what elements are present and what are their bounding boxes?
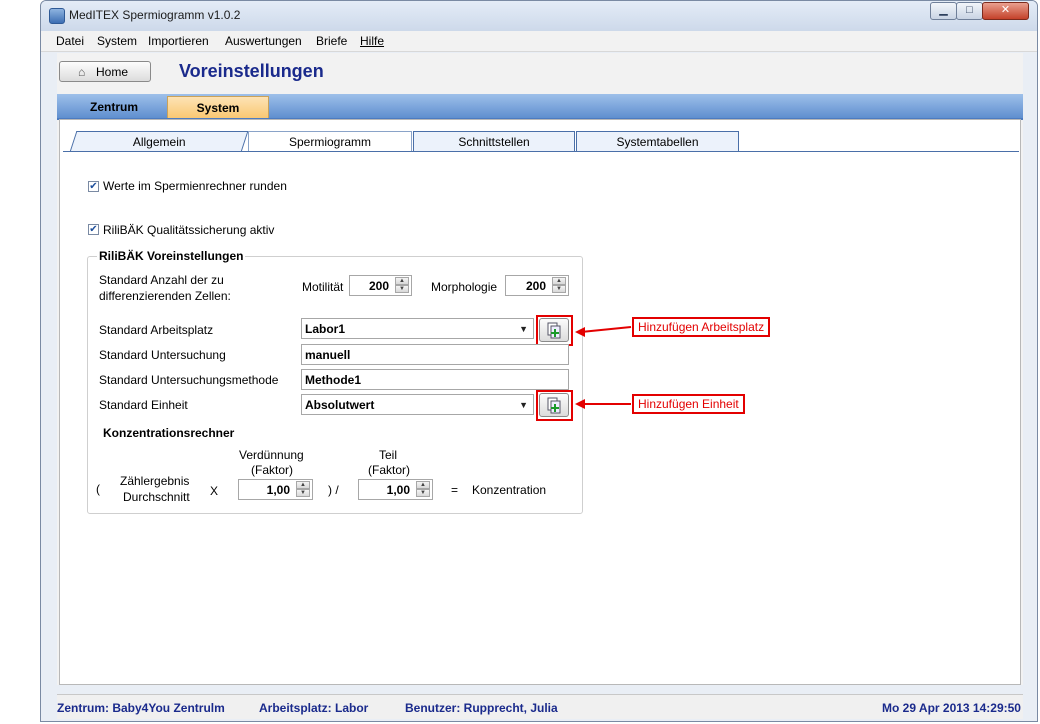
unit-value: Absolutwert xyxy=(305,398,375,412)
add-document-icon xyxy=(547,322,561,339)
motility-label: Motilität xyxy=(302,280,344,294)
home-icon: ⌂ xyxy=(78,65,86,79)
spin-up-icon[interactable]: ▲ xyxy=(552,277,566,285)
maximize-button[interactable]: □ xyxy=(956,2,983,20)
motility-value: 200 xyxy=(368,279,389,293)
rilibaek-group-title: RiliBÄK Voreinstellungen xyxy=(97,249,246,263)
arrow-workplace xyxy=(580,326,632,333)
minimize-button[interactable]: ▁ xyxy=(930,2,957,20)
method-value: Methode1 xyxy=(305,373,362,387)
spin-down-icon[interactable]: ▼ xyxy=(395,285,409,293)
round-values-checkbox[interactable]: ✔ xyxy=(88,181,99,192)
dilution-stepper[interactable]: 1,00 ▲ ▼ xyxy=(238,479,313,500)
cells-label-line2: differenzierenden Zellen: xyxy=(99,289,231,303)
round-values-label: Werte im Spermienrechner runden xyxy=(103,179,287,193)
menu-briefe[interactable]: Briefe xyxy=(316,34,347,48)
open-paren: ( xyxy=(96,482,100,496)
spin-up-icon[interactable]: ▲ xyxy=(416,481,430,489)
arrow-head-icon xyxy=(575,327,585,337)
part-label-line1: Teil xyxy=(379,448,398,462)
subtab-systemtabellen[interactable]: Systemtabellen xyxy=(576,131,739,152)
part-spin[interactable]: ▲ ▼ xyxy=(416,481,430,498)
dilution-label-line2: (Faktor) xyxy=(251,463,293,477)
method-field[interactable]: Methode1 xyxy=(301,369,569,390)
dropdown-arrow-icon: ▼ xyxy=(519,324,528,334)
concentration-label: Konzentration xyxy=(472,483,547,497)
dilution-value: 1,00 xyxy=(266,483,290,497)
exam-value: manuell xyxy=(305,348,351,362)
menu-bar: Datei System Importieren Auswertungen Br… xyxy=(41,31,1037,52)
home-label: Home xyxy=(96,65,129,79)
tab-system[interactable]: System xyxy=(167,96,269,118)
morphology-value: 200 xyxy=(525,279,546,293)
morphology-spin[interactable]: ▲ ▼ xyxy=(552,277,566,294)
subtab-spermiogramm[interactable]: Spermiogramm xyxy=(248,131,412,152)
count-label-line2: Durchschnitt xyxy=(123,490,190,504)
title-bar: MedITEX Spermiogramm v1.0.2 ▁ □ ✕ xyxy=(41,1,1037,31)
callout-add-workplace: Hinzufügen Arbeitsplatz xyxy=(632,317,771,337)
motility-spin[interactable]: ▲ ▼ xyxy=(395,277,409,294)
close-button[interactable]: ✕ xyxy=(982,2,1029,20)
status-center: Zentrum: Baby4You Zentrulm xyxy=(57,701,225,715)
workplace-label: Standard Arbeitsplatz xyxy=(99,323,214,337)
status-workplace: Arbeitsplatz: Labor xyxy=(259,701,369,715)
times-sign: X xyxy=(210,484,219,498)
close-paren-divide: ) / xyxy=(328,483,339,497)
app-window: MedITEX Spermiogramm v1.0.2 ▁ □ ✕ Datei … xyxy=(40,0,1038,722)
page-title: Voreinstellungen xyxy=(179,61,324,81)
status-user: Benutzer: Rupprecht, Julia xyxy=(405,701,558,715)
window-title: MedITEX Spermiogramm v1.0.2 xyxy=(69,8,241,22)
arrow-head-icon xyxy=(575,399,585,409)
subtab-allgemein-label: Allgemein xyxy=(132,135,186,149)
motility-stepper[interactable]: 200 ▲ ▼ xyxy=(349,275,412,296)
checkmark-icon: ✔ xyxy=(89,181,98,192)
cells-label-line1: Standard Anzahl der zu xyxy=(99,273,224,287)
count-label-line1: Zählergebnis xyxy=(120,474,190,488)
annotation-arrows xyxy=(575,326,632,409)
calculator-title: Konzentrationsrechner xyxy=(103,426,235,440)
morphology-label: Morphologie xyxy=(431,280,498,294)
app-icon xyxy=(49,8,65,24)
spin-up-icon[interactable]: ▲ xyxy=(296,481,310,489)
morphology-stepper[interactable]: 200 ▲ ▼ xyxy=(505,275,569,296)
method-label: Standard Untersuchungsmethode xyxy=(99,373,279,387)
status-datetime: Mo 29 Apr 2013 14:29:50 xyxy=(882,701,1021,715)
equals-sign: = xyxy=(451,483,459,497)
home-button[interactable]: ⌂ Home xyxy=(59,61,151,82)
callout-add-unit: Hinzufügen Einheit xyxy=(632,394,745,414)
subtab-schnittstellen[interactable]: Schnittstellen xyxy=(413,131,575,152)
spin-up-icon[interactable]: ▲ xyxy=(395,277,409,285)
status-bar: Zentrum: Baby4You Zentrulm Arbeitsplatz:… xyxy=(57,694,1023,719)
unit-select[interactable]: Absolutwert ▼ xyxy=(301,394,534,415)
tab-zentrum[interactable]: Zentrum xyxy=(61,96,167,118)
unit-label: Standard Einheit xyxy=(99,398,188,412)
menu-system[interactable]: System xyxy=(97,34,137,48)
part-value: 1,00 xyxy=(386,483,410,497)
rilibaek-active-label: RiliBÄK Qualitätssicherung aktiv xyxy=(103,223,275,237)
menu-importieren[interactable]: Importieren xyxy=(148,34,209,48)
exam-field[interactable]: manuell xyxy=(301,344,569,365)
dropdown-arrow-icon: ▼ xyxy=(519,400,528,410)
workplace-value: Labor1 xyxy=(305,322,346,336)
dilution-spin[interactable]: ▲ ▼ xyxy=(296,481,310,498)
exam-label: Standard Untersuchung xyxy=(99,348,226,362)
menu-auswertungen[interactable]: Auswertungen xyxy=(225,34,302,48)
add-document-icon xyxy=(547,397,561,414)
subtab-allgemein[interactable]: Allgemein xyxy=(69,131,249,152)
menu-hilfe[interactable]: Hilfe xyxy=(360,34,384,48)
part-stepper[interactable]: 1,00 ▲ ▼ xyxy=(358,479,433,500)
rilibaek-active-checkbox[interactable]: ✔ xyxy=(88,224,99,235)
checkmark-icon: ✔ xyxy=(89,224,98,235)
dilution-label-line1: Verdünnung xyxy=(239,448,304,462)
subtab-divider xyxy=(63,151,1019,152)
spin-down-icon[interactable]: ▼ xyxy=(552,285,566,293)
workplace-select[interactable]: Labor1 ▼ xyxy=(301,318,534,339)
spin-down-icon[interactable]: ▼ xyxy=(296,489,310,497)
part-label-line2: (Faktor) xyxy=(368,463,410,477)
add-unit-button[interactable] xyxy=(539,393,569,417)
menu-datei[interactable]: Datei xyxy=(56,34,84,48)
spin-down-icon[interactable]: ▼ xyxy=(416,489,430,497)
add-workplace-button[interactable] xyxy=(539,318,569,342)
